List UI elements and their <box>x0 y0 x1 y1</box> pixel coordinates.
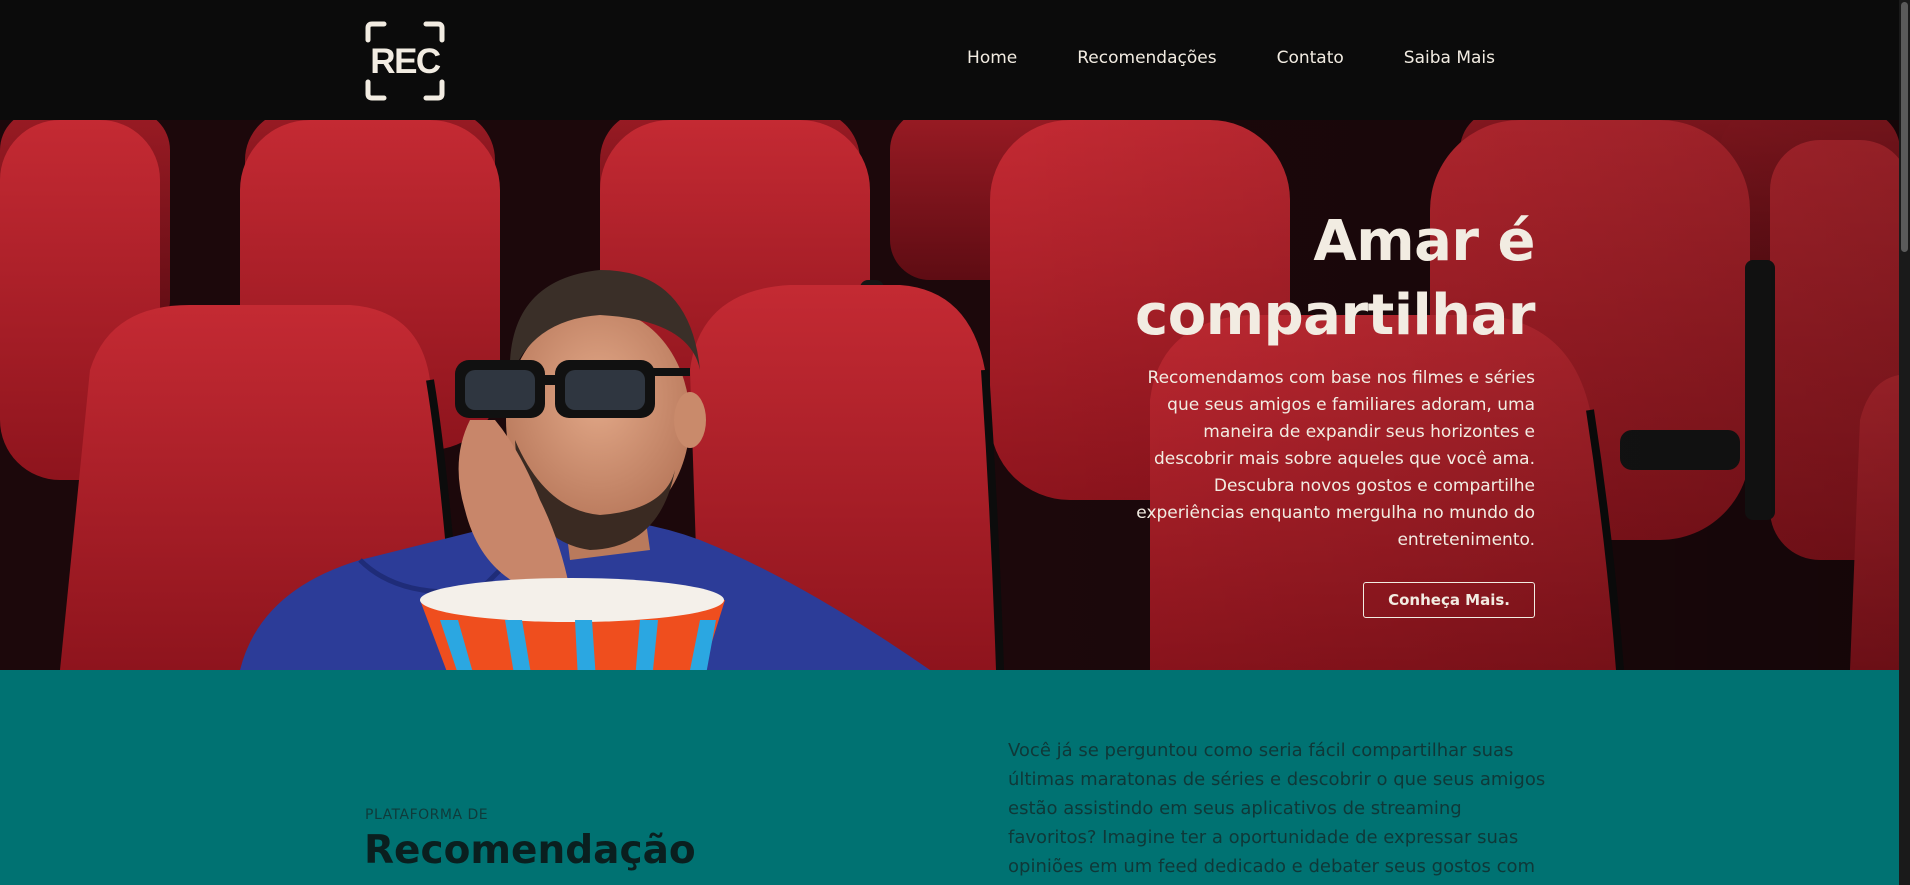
nav-recomendacoes[interactable]: Recomendações <box>1077 48 1216 68</box>
scrollbar-thumb[interactable] <box>1901 2 1908 252</box>
nav-contato[interactable]: Contato <box>1277 48 1344 68</box>
main-nav: Home Recomendações Contato Saiba Mais <box>967 48 1495 68</box>
conheca-mais-button[interactable]: Conheça Mais. <box>1363 582 1535 618</box>
nav-saiba-mais[interactable]: Saiba Mais <box>1404 48 1495 68</box>
section-title: Recomendação <box>364 828 696 873</box>
page: REC Home Recomendações Contato Saiba Mai… <box>0 0 1910 885</box>
logo-text: REC <box>370 42 441 81</box>
section-eyebrow: PLATAFORMA DE <box>365 807 489 823</box>
logo[interactable]: REC <box>364 20 446 102</box>
hero-title-line1: Amar é <box>1313 209 1535 274</box>
hero-content: Amar é compartilhar Recomendamos com bas… <box>1075 205 1535 618</box>
page-scrollbar[interactable] <box>1899 0 1910 885</box>
nav-home[interactable]: Home <box>967 48 1017 68</box>
hero-title-line2: compartilhar <box>1135 283 1535 348</box>
section-text: Você já se perguntou como seria fácil co… <box>1008 740 1546 877</box>
hero-background-image <box>0 120 1899 670</box>
hero-title: Amar é compartilhar <box>1075 205 1535 353</box>
hero-section: Amar é compartilhar Recomendamos com bas… <box>0 120 1899 670</box>
hero-description: Recomendamos com base nos filmes e série… <box>1136 368 1535 550</box>
site-header: REC Home Recomendações Contato Saiba Mai… <box>0 0 1899 120</box>
about-section: PLATAFORMA DE Recomendação Você já se pe… <box>0 670 1899 885</box>
